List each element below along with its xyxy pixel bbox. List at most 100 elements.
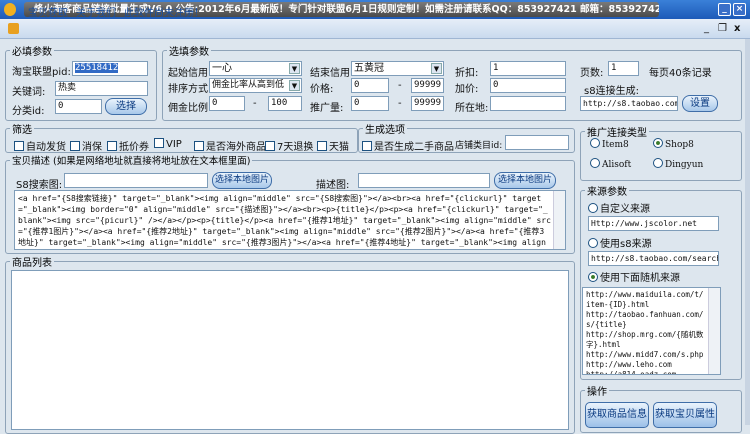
markup-label: 加价: — [455, 84, 479, 95]
start-credit-value: 一心 — [212, 63, 232, 74]
sort-select[interactable]: 佣金比率从高到低 ▼ — [209, 78, 302, 93]
commission-min-input[interactable]: 0 — [209, 96, 245, 111]
get-item-attributes-button[interactable]: 获取宝贝属性 — [653, 402, 717, 428]
chevron-down-icon: ▼ — [431, 63, 442, 74]
description-template-textarea[interactable]: <a href="{S8搜索链接}" target="_blank"><img … — [14, 190, 566, 250]
scrollbar[interactable] — [553, 191, 565, 249]
second-hand-checkbox[interactable]: 是否生成二手商品 — [362, 138, 454, 153]
price-max-input[interactable]: 99999 — [411, 78, 444, 93]
pid-value: 25518412 — [75, 63, 119, 73]
radio-alisoft[interactable]: Alisoft — [590, 158, 631, 170]
sort-label: 排序方式: — [168, 84, 212, 95]
description-legend: 宝贝描述 (如果是网络地址就直接将地址放在文本框里面) — [12, 156, 251, 167]
shop-cat-input[interactable] — [505, 135, 569, 150]
promo-max-input[interactable]: 99999 — [411, 96, 444, 111]
menu-item-unregistered[interactable]: 此软件尚未注册！ — [124, 4, 204, 19]
scrollbar[interactable] — [708, 288, 720, 374]
promo-min-input[interactable]: 0 — [351, 96, 389, 111]
link-type-legend: 推广连接类型 — [587, 128, 647, 139]
random-source-list: http://www.maiduila.com/t/item-{ID}.html… — [586, 290, 704, 375]
pid-label: 淘宝联盟pid: — [12, 67, 71, 78]
category-input[interactable]: 0 — [55, 99, 102, 114]
commission-label: 佣金比例: — [168, 103, 212, 114]
category-label: 分类id: — [12, 106, 45, 117]
custom-source-input[interactable]: Http://www.jscolor.net — [588, 216, 719, 231]
menu-bar — [0, 19, 750, 39]
end-credit-label: 结束信用: — [310, 68, 354, 79]
close-button[interactable]: × — [733, 3, 746, 16]
start-credit-label: 起始信用: — [168, 68, 212, 79]
chevron-down-icon: ▼ — [289, 63, 300, 74]
end-credit-value: 五黄冠 — [354, 63, 384, 74]
radio-shop8[interactable]: Shop8 — [653, 138, 694, 150]
radio-item8[interactable]: Item8 — [590, 138, 629, 150]
product-list-legend: 商品列表 — [12, 258, 52, 269]
set-button[interactable]: 设置 — [682, 95, 718, 112]
desc-image-label: 描述图: — [316, 180, 350, 191]
app-menu-icon — [8, 23, 19, 34]
keyword-label: 关键词: — [12, 87, 46, 98]
minimize-button[interactable]: _ — [718, 3, 731, 16]
s8-link-input[interactable]: http://s8.taobao.com/s — [580, 96, 678, 111]
required-params-legend: 必填参数 — [12, 47, 52, 58]
sort-value: 佣金比率从高到低 — [212, 80, 285, 90]
per-page-label: 每页40条记录 — [649, 68, 712, 79]
app-icon — [4, 3, 16, 16]
window-border — [745, 39, 750, 425]
filter-coupon[interactable]: 抵价券 — [107, 138, 149, 153]
mdi-minimize-icon[interactable]: _ — [704, 23, 709, 34]
get-product-info-button[interactable]: 获取商品信息 — [585, 402, 649, 428]
description-template-text: <a href="{S8搜索链接}" target="_blank"><img … — [18, 194, 551, 247]
radio-s8-source[interactable]: 使用s8来源 — [588, 235, 652, 250]
radio-custom-source[interactable]: 自定义来源 — [588, 200, 650, 215]
promo-label: 推广量: — [310, 103, 344, 114]
markup-input[interactable]: 0 — [490, 78, 566, 93]
menu-item-get-items[interactable]: 宝贝获取 — [28, 4, 68, 19]
page-input[interactable]: 1 — [608, 61, 639, 76]
dash: - — [398, 98, 402, 109]
random-source-textarea[interactable]: http://www.maiduila.com/t/item-{ID}.html… — [582, 287, 721, 375]
s8-source-input[interactable]: http://s8.taobao.com/search?q= — [588, 251, 719, 266]
radio-dingyun[interactable]: Dingyun — [653, 158, 703, 170]
discount-input[interactable]: 1 — [490, 61, 566, 76]
price-label: 价格: — [310, 84, 334, 95]
price-min-input[interactable]: 0 — [351, 78, 389, 93]
choose-local-image-button-1[interactable]: 选择本地图片 — [212, 172, 272, 189]
commission-max-input[interactable]: 100 — [268, 96, 302, 111]
link-type-group: 推广连接类型 — [580, 124, 742, 181]
shop-cat-label: 店铺类目id: — [455, 141, 503, 151]
mdi-restore-icon[interactable]: ❐ — [718, 23, 727, 34]
page-label: 页数: — [580, 68, 604, 79]
choose-category-button[interactable]: 选择 — [105, 98, 147, 115]
dash: - — [253, 98, 257, 109]
filter-vip[interactable]: VIP — [154, 138, 182, 150]
filter-legend: 筛选 — [12, 125, 32, 136]
optional-params-legend: 选填参数 — [169, 47, 209, 58]
discount-label: 折扣: — [455, 68, 479, 79]
window-title: 烽火淘客商品链接批量生成V6.0 公告:2012年6月最新版！专门针对联盟6月1… — [24, 2, 659, 17]
desc-image-input[interactable] — [358, 173, 490, 188]
operations-legend: 操作 — [587, 387, 607, 398]
menu-item-about[interactable]: 关于我们 — [76, 4, 116, 19]
start-credit-select[interactable]: 一心 ▼ — [209, 61, 302, 76]
filter-consumer-protect[interactable]: 消保 — [70, 138, 102, 153]
filter-overseas[interactable]: 是否海外商品 — [194, 138, 266, 153]
s8-link-label: s8连接生成: — [584, 86, 639, 97]
keyword-input[interactable]: 热卖 — [55, 81, 148, 96]
product-list[interactable] — [11, 270, 569, 430]
pid-input[interactable]: 25518412 — [72, 61, 148, 76]
dash: - — [398, 80, 402, 91]
end-credit-select[interactable]: 五黄冠 ▼ — [351, 61, 444, 76]
radio-random-source[interactable]: 使用下面随机来源 — [588, 269, 680, 284]
filter-7day-return[interactable]: 7天退换 — [265, 138, 313, 153]
s8-image-input[interactable] — [64, 173, 208, 188]
location-label: 所在地: — [455, 103, 489, 114]
filter-tmall[interactable]: 天猫 — [317, 138, 349, 153]
filter-auto-ship[interactable]: 自动发货 — [14, 138, 66, 153]
choose-local-image-button-2[interactable]: 选择本地图片 — [494, 172, 556, 189]
source-params-legend: 来源参数 — [587, 187, 627, 198]
chevron-down-icon: ▼ — [289, 80, 300, 91]
mdi-close-icon[interactable]: x — [734, 23, 740, 34]
location-input[interactable] — [490, 96, 566, 111]
s8-image-label: S8搜索图: — [16, 180, 63, 191]
